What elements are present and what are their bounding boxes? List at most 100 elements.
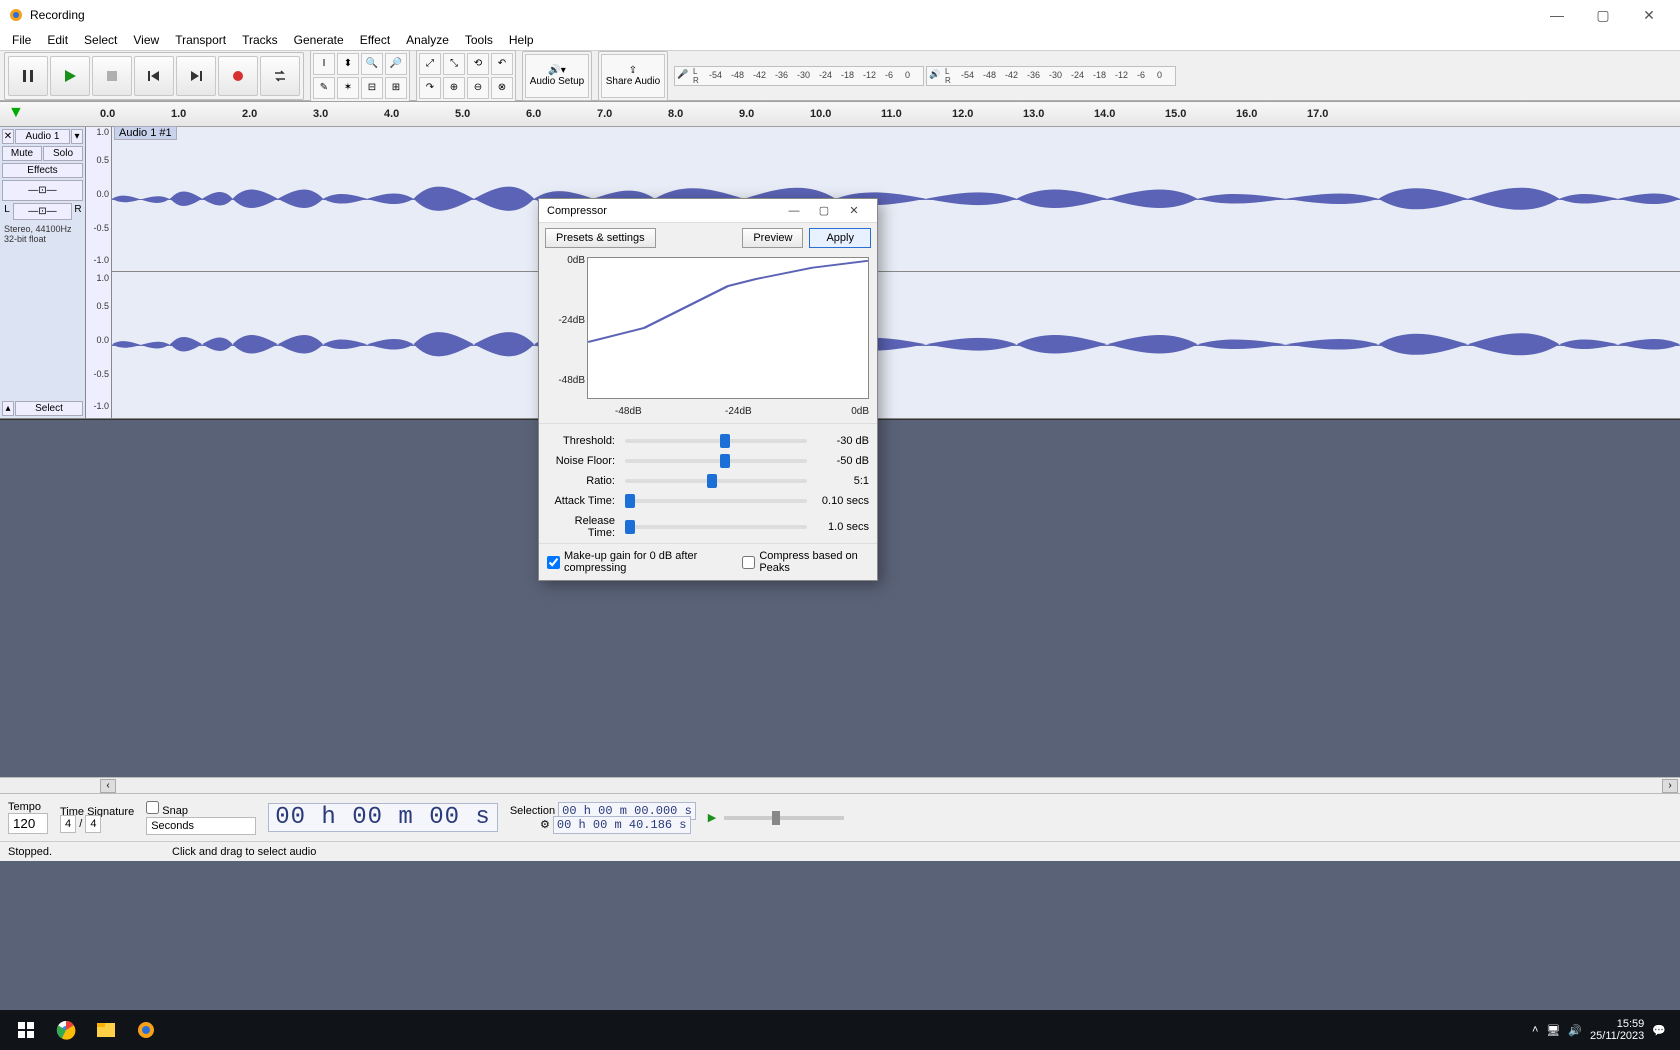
selection-end[interactable]: 00 h 00 m 40.186 s (553, 816, 691, 834)
timesig-numerator[interactable]: 4 (60, 815, 76, 833)
slider-track[interactable] (625, 525, 807, 529)
gain-slider[interactable]: —⊡— (2, 180, 83, 201)
dialog-titlebar[interactable]: Compressor ― ▢ ✕ (539, 199, 877, 223)
silence-tool[interactable]: ⊞ (385, 77, 407, 99)
slider-thumb[interactable] (707, 474, 717, 488)
tray-notifications-icon[interactable]: 💬 (1652, 1024, 1666, 1037)
scroll-left-icon[interactable]: ‹ (100, 779, 116, 793)
taskbar-explorer-icon[interactable] (86, 1010, 126, 1050)
record-meter[interactable]: 🎤 LR -54 -48 -42 -36 -30 -24 -18 -12 -6 … (674, 66, 924, 86)
timeline-ruler[interactable]: ▼ 0.01.02.03.04.05.06.07.08.09.010.011.0… (0, 101, 1680, 127)
waveform-canvas[interactable]: Audio 1 #1 (112, 127, 1680, 418)
play-speed-button[interactable]: ▶ (708, 811, 716, 824)
slider-track[interactable] (625, 459, 807, 463)
redo-icon[interactable]: ↷ (419, 77, 441, 99)
menu-analyze[interactable]: Analyze (398, 31, 457, 49)
extra1-icon[interactable]: ⊕ (443, 77, 465, 99)
skip-end-button[interactable] (176, 56, 216, 96)
trim-tool[interactable]: ⊟ (361, 77, 383, 99)
dialog-maximize-button[interactable]: ▢ (809, 204, 839, 217)
playback-meter[interactable]: 🔊 LR -54 -48 -42 -36 -30 -24 -18 -12 -6 … (926, 66, 1176, 86)
snap-unit-select[interactable]: Seconds (146, 817, 256, 835)
select-track-button[interactable]: Select (15, 401, 83, 416)
slider-track[interactable] (625, 439, 807, 443)
menu-view[interactable]: View (125, 31, 167, 49)
scroll-right-icon[interactable]: › (1662, 779, 1678, 793)
dialog-minimize-button[interactable]: ― (779, 205, 809, 217)
speed-slider[interactable] (724, 816, 844, 820)
pan-slider[interactable]: —⊡— (13, 203, 72, 220)
timesig-denominator[interactable]: 4 (85, 815, 101, 833)
taskbar-audacity-icon[interactable] (126, 1010, 166, 1050)
menu-tracks[interactable]: Tracks (234, 31, 286, 49)
preview-button[interactable]: Preview (742, 228, 803, 248)
makeup-gain-checkbox[interactable]: Make-up gain for 0 dB after compressing (547, 550, 730, 574)
zoom-group: ⤢ ⤡ ⟲ ↶ ↷ ⊕ ⊖ ⊗ (416, 50, 516, 102)
slider-thumb[interactable] (720, 454, 730, 468)
track-name[interactable]: Audio 1 (15, 129, 70, 144)
loop-button[interactable] (260, 56, 300, 96)
tray-volume-icon[interactable]: 🔊 (1568, 1024, 1582, 1037)
pause-button[interactable] (8, 56, 48, 96)
playhead-marker-icon[interactable]: ▼ (8, 104, 24, 122)
menu-transport[interactable]: Transport (167, 31, 234, 49)
stop-button[interactable] (92, 56, 132, 96)
effects-button[interactable]: Effects (2, 163, 83, 178)
skip-start-button[interactable] (134, 56, 174, 96)
taskbar-clock[interactable]: 15:59 25/11/2023 (1590, 1018, 1644, 1042)
slider-thumb[interactable] (720, 434, 730, 448)
draw-tool[interactable]: ✎ (313, 77, 335, 99)
extra2-icon[interactable]: ⊖ (467, 77, 489, 99)
play-button[interactable] (50, 56, 90, 96)
selection-tool[interactable]: I (313, 53, 335, 75)
windows-taskbar[interactable]: ˄ 🖥 🔊 15:59 25/11/2023 💬 (0, 1010, 1680, 1050)
maximize-button[interactable]: ▢ (1580, 0, 1626, 30)
menu-file[interactable]: File (4, 31, 39, 49)
tray-chevron-icon[interactable]: ˄ (1532, 1024, 1538, 1036)
share-audio-button[interactable]: ⇪ Share Audio (601, 54, 665, 98)
track-menu-icon[interactable]: ▾ (71, 129, 83, 144)
time-display[interactable]: 00 h 00 m 00 s (268, 803, 498, 832)
menu-generate[interactable]: Generate (286, 31, 352, 49)
menu-help[interactable]: Help (501, 31, 542, 49)
compress-peaks-checkbox[interactable]: Compress based on Peaks (742, 550, 869, 574)
envelope-tool[interactable]: ⬍ (337, 53, 359, 75)
apply-button[interactable]: Apply (809, 228, 871, 248)
presets-button[interactable]: Presets & settings (545, 228, 656, 248)
snap-checkbox[interactable] (146, 801, 159, 814)
slider-track[interactable] (625, 499, 807, 503)
status-left: Stopped. (8, 846, 52, 858)
zoom-out-tool[interactable]: 🔎 (385, 53, 407, 75)
taskbar-chrome-icon[interactable] (46, 1010, 86, 1050)
minimize-button[interactable]: ― (1534, 0, 1580, 30)
mute-button[interactable]: Mute (2, 146, 42, 161)
track-close-button[interactable]: ✕ (2, 129, 14, 144)
slider-track[interactable] (625, 479, 807, 483)
slider-thumb[interactable] (625, 494, 635, 508)
menu-tools[interactable]: Tools (457, 31, 501, 49)
record-button[interactable] (218, 56, 258, 96)
solo-button[interactable]: Solo (43, 146, 83, 161)
fit-project-icon[interactable]: ⤡ (443, 53, 465, 75)
undo-icon[interactable]: ↶ (491, 53, 513, 75)
dialog-close-button[interactable]: ✕ (839, 204, 869, 217)
slider-thumb[interactable] (625, 520, 635, 534)
tray-monitor-icon[interactable]: 🖥 (1546, 1024, 1560, 1037)
zoom-in-tool[interactable]: 🔍 (361, 53, 383, 75)
fit-selection-icon[interactable]: ⤢ (419, 53, 441, 75)
close-button[interactable]: ✕ (1626, 0, 1672, 30)
audio-setup-button[interactable]: 🔊▾ Audio Setup (525, 54, 589, 98)
multi-tool[interactable]: ✶ (337, 77, 359, 99)
menu-select[interactable]: Select (76, 31, 125, 49)
collapse-icon[interactable]: ▴ (2, 401, 14, 416)
menu-effect[interactable]: Effect (352, 31, 398, 49)
slider-row-3: Attack Time:0.10 secs (539, 491, 877, 511)
timeline-tick: 3.0 (313, 108, 328, 120)
horizontal-scrollbar[interactable]: ‹ › (0, 777, 1680, 793)
gear-icon[interactable]: ⚙ (510, 818, 550, 831)
extra3-icon[interactable]: ⊗ (491, 77, 513, 99)
zoom-toggle-icon[interactable]: ⟲ (467, 53, 489, 75)
tempo-input[interactable] (8, 813, 48, 834)
start-button[interactable] (6, 1010, 46, 1050)
menu-edit[interactable]: Edit (39, 31, 76, 49)
